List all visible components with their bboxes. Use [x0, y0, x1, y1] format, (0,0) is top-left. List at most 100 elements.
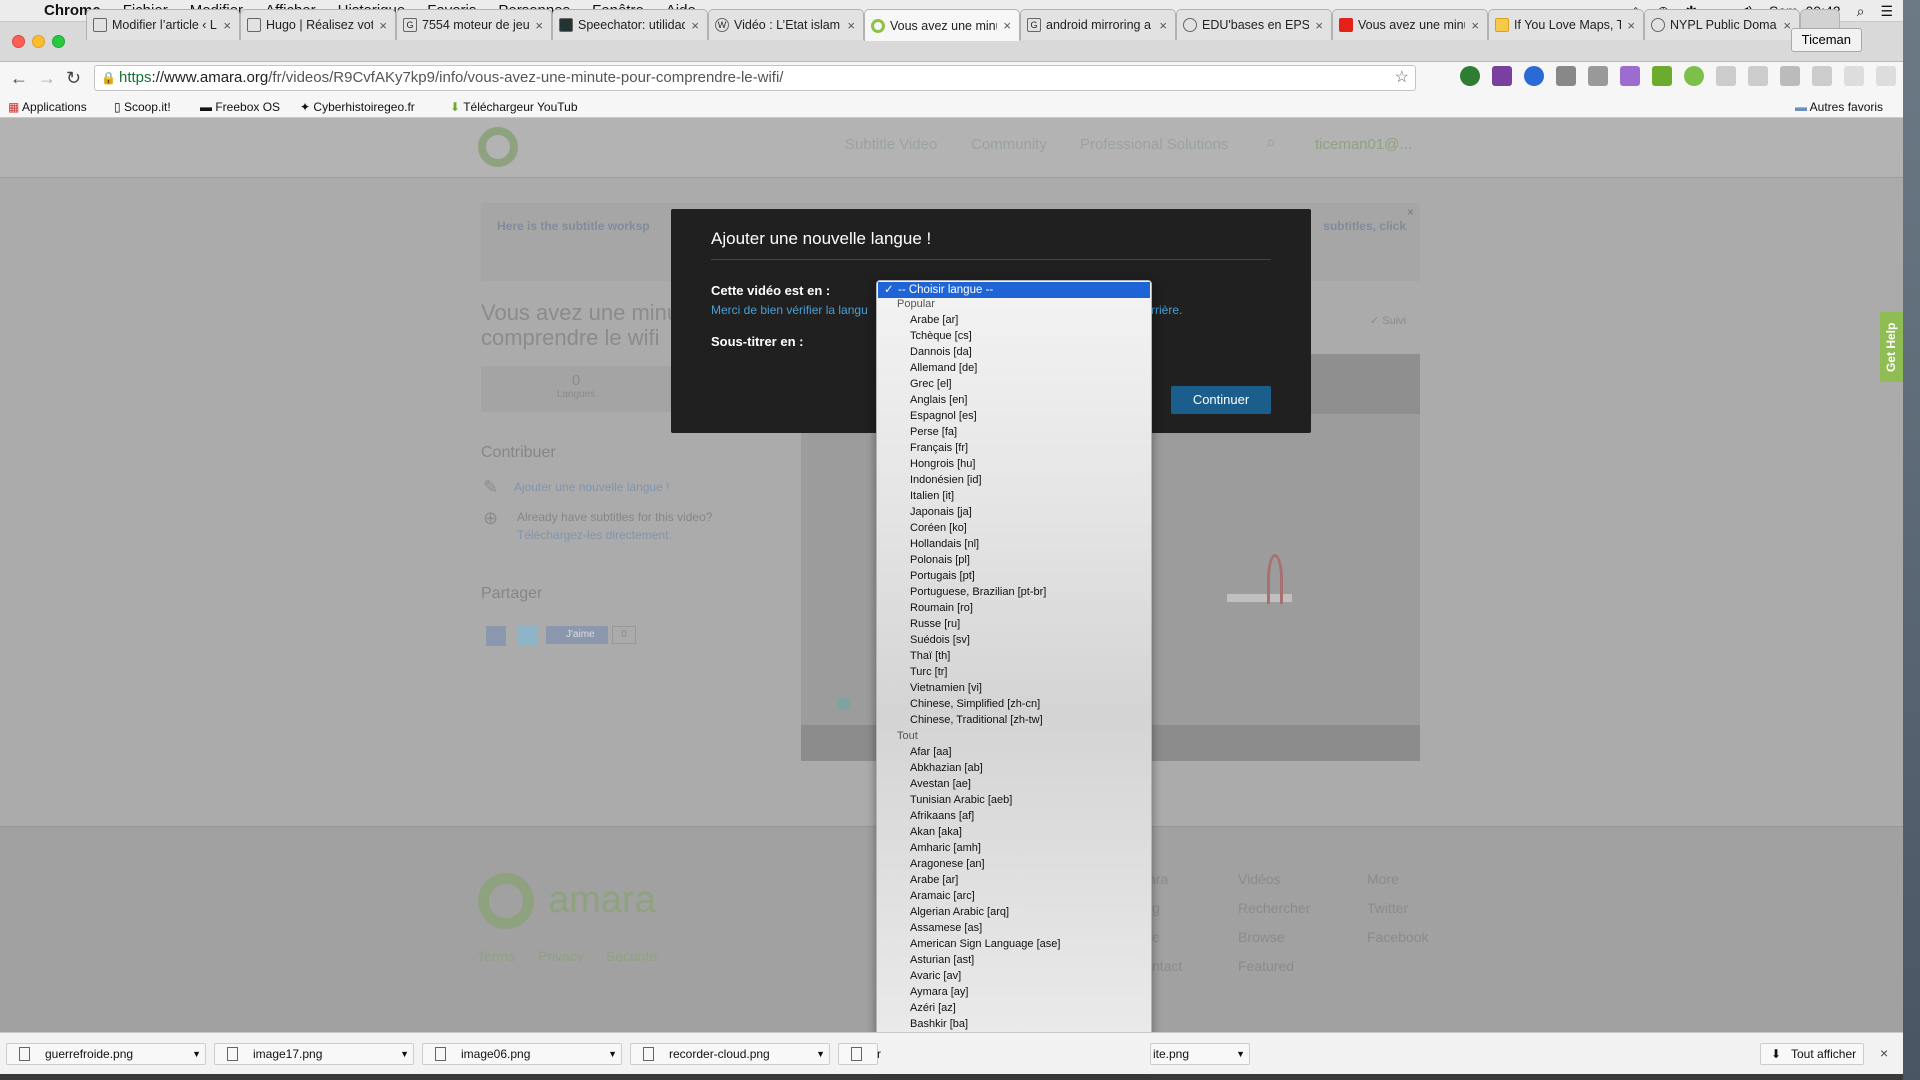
dropdown-option[interactable]: Vietnamien [vi]	[910, 682, 982, 694]
dropdown-option[interactable]: Tchèque [cs]	[910, 330, 972, 342]
dropdown-option[interactable]: Arabe [ar]	[910, 314, 958, 326]
pen-icon[interactable]	[1620, 66, 1640, 86]
dropdown-option[interactable]: Abkhazian [ab]	[910, 762, 983, 774]
dropdown-option[interactable]: Hollandais [nl]	[910, 538, 979, 550]
close-tab-icon[interactable]: ×	[535, 18, 543, 33]
dropdown-option[interactable]: Allemand [de]	[910, 362, 977, 374]
continue-button[interactable]: Continuer	[1171, 386, 1271, 414]
dropdown-option[interactable]: Algerian Arabic [arq]	[910, 906, 1009, 918]
dropdown-option[interactable]: Aramaic [arc]	[910, 890, 975, 902]
tab-android-mirroring[interactable]: Gandroid mirroring a ×	[1020, 9, 1176, 40]
dropdown-option[interactable]: Tunisian Arabic [aeb]	[910, 794, 1012, 806]
close-tab-icon[interactable]: ×	[1159, 18, 1167, 33]
dropdown-option[interactable]: Arabe [ar]	[910, 874, 958, 886]
download-item[interactable]: guerrefroide.png ▼	[6, 1043, 206, 1065]
dropdown-option[interactable]: Grec [el]	[910, 378, 952, 390]
dropdown-option[interactable]: American Sign Language [ase]	[910, 938, 1060, 950]
close-tab-icon[interactable]: ×	[1627, 18, 1635, 33]
dropdown-option[interactable]: Indonésien [id]	[910, 474, 982, 486]
extension-icon[interactable]	[1652, 66, 1672, 86]
minimize-window-button[interactable]	[32, 35, 45, 48]
spotlight-icon[interactable]: ⌕	[1857, 3, 1865, 20]
close-tab-icon[interactable]: ×	[847, 18, 855, 33]
chevron-down-icon[interactable]: ▼	[1236, 1044, 1245, 1064]
nav-professional-solutions[interactable]: Professional Solutions	[1080, 136, 1228, 153]
dropdown-option[interactable]: Asturian [ast]	[910, 954, 974, 966]
amara-logo[interactable]	[478, 127, 518, 167]
download-item[interactable]: image17.png ▼	[214, 1043, 414, 1065]
dropdown-option[interactable]: Portuguese, Brazilian [pt-br]	[910, 586, 1046, 598]
reload-icon[interactable]: ↻	[66, 68, 81, 89]
footer-partial-text[interactable]: ntact	[1152, 958, 1182, 974]
dropdown-option[interactable]: Russe [ru]	[910, 618, 960, 630]
close-tab-icon[interactable]: ×	[1315, 18, 1323, 33]
close-window-button[interactable]	[12, 35, 25, 48]
dropdown-option[interactable]: Aymara [ay]	[910, 986, 969, 998]
rss-icon[interactable]	[1844, 66, 1864, 86]
download-item[interactable]: r	[838, 1043, 881, 1065]
footer-terms-link[interactable]: Terms	[477, 948, 515, 964]
chevron-down-icon[interactable]: ▼	[192, 1044, 201, 1064]
download-item[interactable]: ite.png ▼	[1150, 1043, 1250, 1065]
bookmark-star-icon[interactable]: ☆	[1395, 66, 1409, 90]
footer-security-link[interactable]: Sécurité	[606, 948, 657, 964]
twitter-share-icon[interactable]	[517, 626, 537, 646]
extension-icon[interactable]	[1748, 66, 1768, 86]
dropdown-option[interactable]: Avaric [av]	[910, 970, 961, 982]
bookmark-other-favorites[interactable]: ▬ Autres favoris	[1795, 100, 1883, 114]
close-tab-icon[interactable]: ×	[379, 18, 387, 33]
dropdown-option[interactable]: Thaï [th]	[910, 650, 950, 662]
dropdown-selected-option[interactable]: ✓ -- Choisir langue --	[878, 282, 1150, 298]
dropdown-option[interactable]: Azéri [az]	[910, 1002, 956, 1014]
dropdown-option[interactable]: Amharic [amh]	[910, 842, 981, 854]
tab-video-etat-islamique[interactable]: W Vidéo : L’Etat islam ×	[708, 9, 864, 40]
tab-edubases[interactable]: EDU'bases en EPS ×	[1176, 9, 1332, 40]
dropdown-option[interactable]: Akan [aka]	[910, 826, 962, 838]
dropdown-option[interactable]: Polonais [pl]	[910, 554, 970, 566]
dropdown-option[interactable]: Français [fr]	[910, 442, 968, 454]
profile-button[interactable]: Ticeman	[1790, 28, 1862, 52]
chevron-down-icon[interactable]: ▼	[400, 1044, 409, 1064]
dropdown-option[interactable]: Japonais [ja]	[910, 506, 972, 518]
close-tab-icon[interactable]: ×	[1783, 18, 1791, 33]
add-language-link[interactable]: Ajouter une nouvelle langue !	[514, 480, 669, 494]
extension-icon[interactable]	[1876, 66, 1896, 86]
bookmark-cyberhistoiregeo[interactable]: ✦ Cyberhistoiregeo.fr	[300, 100, 415, 114]
tab-amara-active[interactable]: Vous avez une minu ×	[864, 9, 1020, 41]
chevron-down-icon[interactable]: ▼	[816, 1044, 825, 1064]
tab-speechator[interactable]: Speechator: utilidad ×	[552, 9, 708, 40]
dropdown-option[interactable]: Assamese [as]	[910, 922, 982, 934]
extension-icon[interactable]	[1556, 66, 1576, 86]
tab-modifier-article[interactable]: Modifier l’article ‹ L ×	[86, 9, 240, 40]
back-icon[interactable]: ←	[10, 68, 28, 89]
dropdown-option[interactable]: Espagnol [es]	[910, 410, 977, 422]
dropdown-option[interactable]: Afar [aa]	[910, 746, 952, 758]
dropdown-option[interactable]: Hongrois [hu]	[910, 458, 975, 470]
extension-icon[interactable]	[1460, 66, 1480, 86]
dropdown-option[interactable]: Perse [fa]	[910, 426, 957, 438]
bookmark-applications[interactable]: ▦ Applications	[8, 100, 87, 114]
footer-twitter-link[interactable]: Twitter	[1367, 900, 1408, 916]
close-notice-icon[interactable]: ×	[1407, 205, 1414, 219]
nav-community[interactable]: Community	[971, 136, 1047, 153]
bookmark-scoopit[interactable]: ▯ Scoop.it!	[114, 100, 171, 114]
upload-directly-link[interactable]: Téléchargez-les directement.	[517, 528, 672, 542]
close-downloads-icon[interactable]: ×	[1880, 1045, 1888, 1061]
dropdown-option[interactable]: Roumain [ro]	[910, 602, 973, 614]
address-bar[interactable]: 🔒 https://www.amara.org/fr/videos/R9CvfA…	[94, 65, 1416, 91]
dropdown-option[interactable]: Bashkir [ba]	[910, 1018, 968, 1030]
close-tab-icon[interactable]: ×	[1471, 18, 1479, 33]
dropdown-option[interactable]: Aragonese [an]	[910, 858, 985, 870]
search-icon[interactable]: ⌕	[1266, 132, 1276, 153]
download-item[interactable]: image06.png ▼	[422, 1043, 622, 1065]
dropdown-option[interactable]: Avestan [ae]	[910, 778, 971, 790]
footer-amara-logo[interactable]	[478, 873, 534, 929]
footer-browse-link[interactable]: Browse	[1238, 929, 1285, 945]
footer-partial-text[interactable]: g	[1152, 900, 1160, 916]
notification-center-icon[interactable]: ☰	[1880, 3, 1893, 20]
onenote-icon[interactable]	[1492, 66, 1512, 86]
facebook-share-icon[interactable]	[486, 626, 506, 646]
camera-icon[interactable]	[1588, 66, 1608, 86]
extension-icon[interactable]	[1684, 66, 1704, 86]
footer-partial-text[interactable]: e	[1152, 929, 1160, 945]
